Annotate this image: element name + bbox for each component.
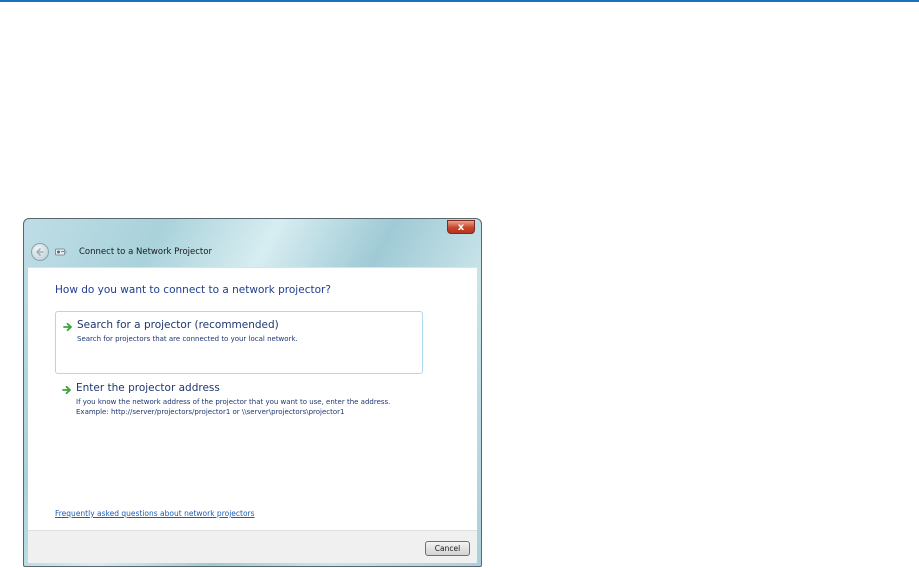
green-arrow-icon <box>63 322 72 332</box>
option-search-projector[interactable]: Search for a projector (recommended) Sea… <box>55 311 423 374</box>
back-button[interactable] <box>31 243 49 261</box>
window-title: Connect to a Network Projector <box>79 247 212 257</box>
cancel-button[interactable]: Cancel <box>425 541 470 556</box>
option-enter-address[interactable]: Enter the projector address If you know … <box>55 375 423 425</box>
option-title: Search for a projector (recommended) <box>77 319 279 331</box>
close-button[interactable]: x <box>447 220 475 234</box>
option-description: Search for projectors that are connected… <box>77 335 298 343</box>
network-projector-window: x Connect to a Network Projector How do … <box>23 218 482 567</box>
top-divider <box>0 0 919 2</box>
content-area: How do you want to connect to a network … <box>28 267 477 531</box>
page: x Connect to a Network Projector How do … <box>0 0 919 568</box>
network-projector-icon <box>55 248 67 256</box>
close-icon: x <box>457 222 465 233</box>
green-arrow-icon <box>62 385 71 395</box>
option-description-line: If you know the network address of the p… <box>76 398 391 406</box>
page-heading: How do you want to connect to a network … <box>55 284 331 296</box>
option-title: Enter the projector address <box>76 382 220 394</box>
dialog-footer: Cancel <box>28 530 477 563</box>
title-bar: x Connect to a Network Projector <box>24 219 481 267</box>
faq-link[interactable]: Frequently asked questions about network… <box>55 509 255 518</box>
back-arrow-icon <box>36 248 44 256</box>
option-example-line: Example: http://server/projectors/projec… <box>76 408 345 416</box>
